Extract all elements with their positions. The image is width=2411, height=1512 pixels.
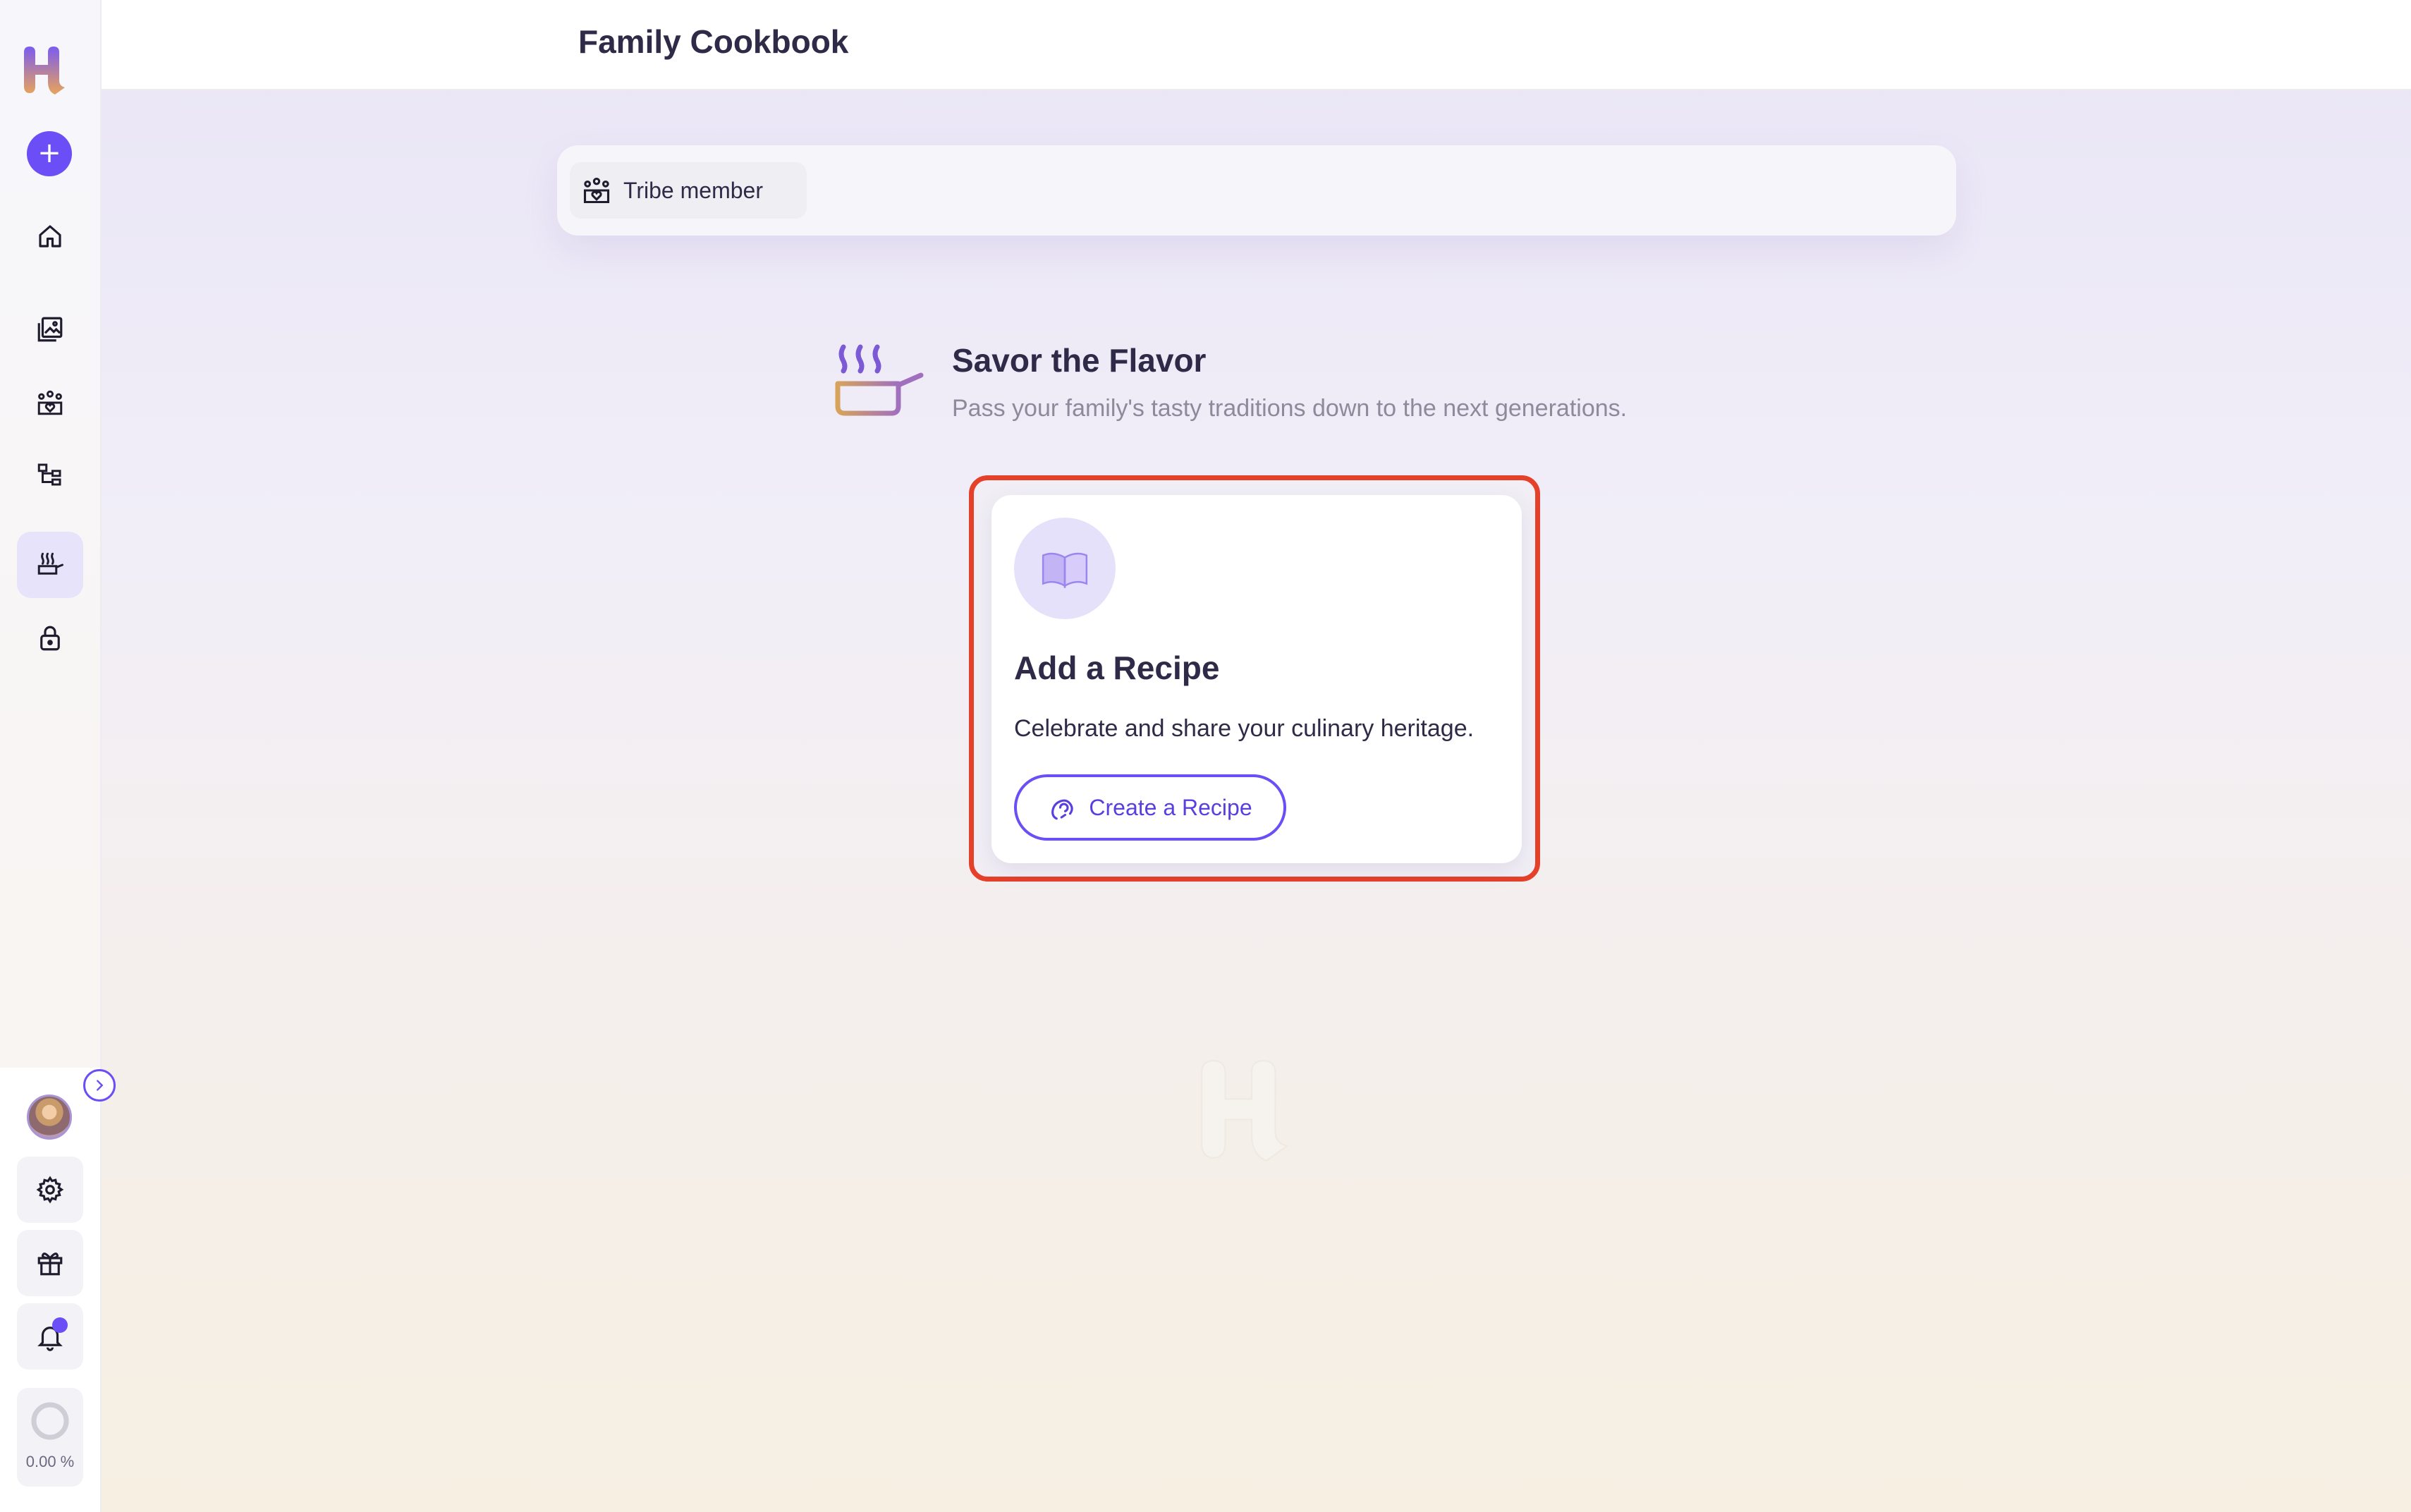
gallery-icon	[37, 317, 63, 342]
intro-subtitle: Pass your family's tasty traditions down…	[952, 395, 1628, 422]
progress-ring-icon	[31, 1402, 69, 1440]
header: Family Cookbook	[102, 0, 2411, 90]
sidebar-item-gallery[interactable]	[17, 296, 83, 362]
sidebar-item-home[interactable]	[17, 203, 83, 269]
gear-icon	[36, 1176, 64, 1204]
home-icon	[39, 225, 61, 248]
settings-button[interactable]	[17, 1157, 83, 1223]
family-tree-icon	[37, 463, 61, 486]
filter-chip-label: Tribe member	[623, 177, 763, 203]
create-recipe-label: Create a Recipe	[1089, 794, 1252, 820]
filter-bar: Tribe member	[557, 145, 1956, 236]
notification-dot	[52, 1317, 68, 1333]
page-title: Family Cookbook	[578, 23, 849, 60]
lock-icon	[40, 626, 60, 651]
expand-sidebar-button[interactable]	[83, 1069, 116, 1102]
create-recipe-button[interactable]: Create a Recipe	[1014, 774, 1286, 841]
gift-icon	[37, 1252, 63, 1276]
cooking-pot-icon	[835, 344, 924, 416]
intro-title: Savor the Flavor	[952, 342, 1207, 379]
card-icon-circle	[1014, 518, 1116, 619]
chevron-right-icon	[97, 1080, 104, 1091]
avatar[interactable]	[27, 1095, 72, 1140]
sidebar-item-tribe[interactable]	[17, 370, 83, 436]
card-title: Add a Recipe	[1014, 650, 1220, 686]
chef-hat-icon	[1051, 799, 1074, 820]
sidebar-item-lock[interactable]	[17, 605, 83, 671]
tribe-member-filter[interactable]: Tribe member	[570, 162, 807, 219]
storage-progress[interactable]: 0.00 %	[17, 1388, 83, 1487]
app-logo[interactable]	[20, 45, 76, 96]
watermark-logo	[1201, 1060, 1289, 1162]
card-description: Celebrate and share your culinary herita…	[1014, 715, 1475, 742]
sidebar-item-cookbook[interactable]	[17, 532, 83, 598]
add-button[interactable]: +	[27, 131, 72, 176]
sidebar-item-family-tree[interactable]	[17, 441, 83, 508]
progress-text: 0.00 %	[25, 1453, 75, 1470]
gift-button[interactable]	[17, 1230, 83, 1296]
tribe-icon	[37, 390, 63, 415]
open-book-icon	[1042, 552, 1088, 588]
add-recipe-card: Add a Recipe Celebrate and share your cu…	[991, 495, 1522, 863]
notifications-button[interactable]	[17, 1303, 83, 1370]
cookbook-icon	[37, 552, 63, 575]
tribe-icon	[583, 177, 610, 204]
sidebar: + 0.00 %	[0, 0, 102, 1512]
